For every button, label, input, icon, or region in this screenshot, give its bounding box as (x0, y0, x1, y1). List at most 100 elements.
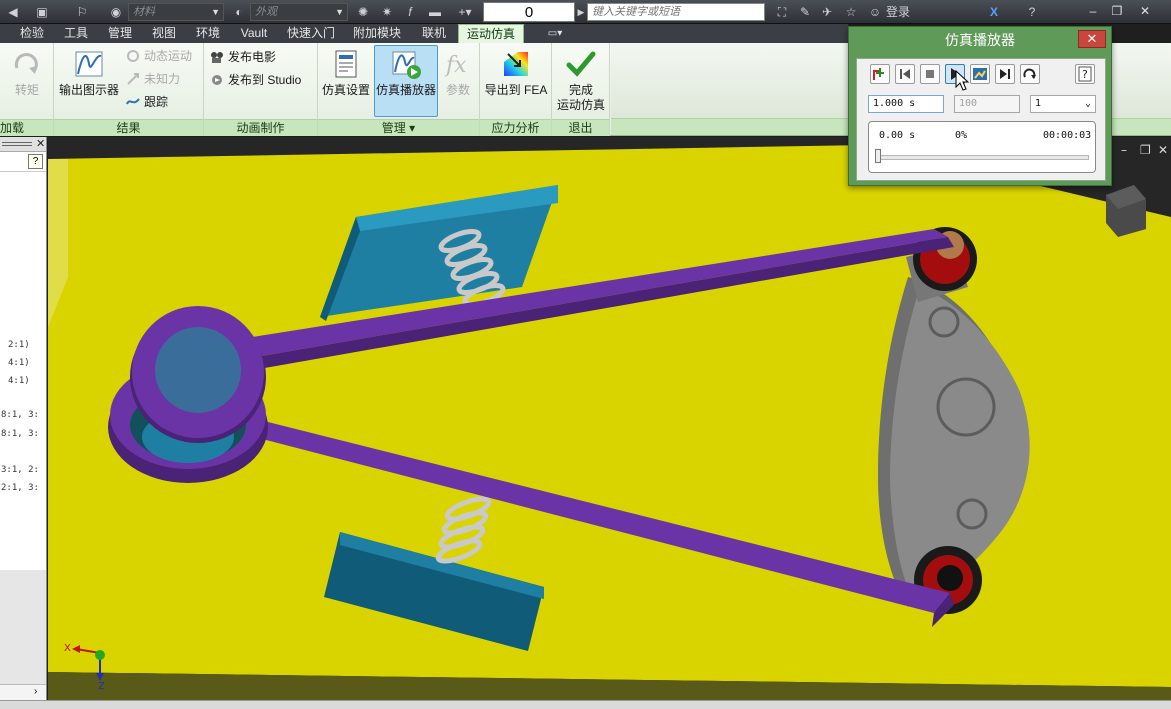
horizontal-scrollbar[interactable]: › (0, 684, 46, 700)
tab-view[interactable]: 视图 (146, 24, 182, 43)
simulation-slider-track[interactable] (877, 155, 1089, 160)
add-icon[interactable]: +▾ (452, 3, 478, 21)
color-override-icon[interactable]: ✺ (354, 3, 372, 21)
help-button[interactable]: ? (1075, 64, 1095, 84)
dialog-title[interactable]: 仿真播放器 (849, 27, 1111, 54)
sim-player-icon (392, 51, 421, 79)
unknown-force-button[interactable]: 未知力 (124, 69, 180, 89)
torque-button[interactable]: 转矩 (2, 45, 52, 99)
favorites-star-icon[interactable]: ☆ (842, 3, 860, 21)
torque-label: 转矩 (14, 83, 39, 97)
save-icon[interactable]: ▣ (32, 3, 52, 21)
model-browser-panel[interactable]: ✕ ? 2:1) 4:1) 4:1) 8:1, 3: 8:1, 3: 3:1, … (0, 137, 47, 700)
simulation-player-button[interactable]: 仿真播放器 (374, 45, 438, 117)
parameters-button[interactable]: fx 参数 (440, 45, 476, 99)
help-icon[interactable]: ? (1024, 3, 1040, 21)
help-icon[interactable]: ? (28, 154, 43, 169)
minimize-icon[interactable]: – (1121, 143, 1127, 157)
material-placeholder: 材料 (133, 6, 155, 18)
clear-override-icon[interactable]: ✷ (378, 3, 396, 21)
close-icon[interactable]: ✕ (36, 137, 45, 150)
publish-studio-button[interactable]: 发布到 Studio (208, 70, 301, 90)
appearance-combo[interactable]: 外观 ▼ (250, 3, 348, 21)
select-icon[interactable]: ⚐ (72, 3, 92, 21)
simulation-settings-button[interactable]: 仿真设置 (320, 45, 372, 99)
browser-line[interactable]: 8:1, 3: (1, 410, 39, 420)
browser-line[interactable]: 4:1) (8, 376, 30, 386)
output-grapher-button[interactable]: 输出图示器 (56, 45, 122, 99)
dynamic-motion-label: 动态运动 (144, 49, 193, 63)
export-to-fea-button[interactable]: 导出到 FEA (482, 45, 550, 99)
svg-text:?: ? (1082, 68, 1088, 81)
restore-icon[interactable]: ❐ (1140, 143, 1151, 157)
results-group-label: 结果 (54, 119, 203, 136)
browser-line[interactable]: 4:1) (8, 358, 30, 368)
tab-online[interactable]: 联机 (414, 24, 454, 43)
construction-mode-button[interactable] (870, 64, 890, 84)
restore-icon[interactable]: ❐ (1110, 4, 1124, 18)
movie-icon (211, 52, 223, 63)
progress-box: 0.00 s 0% 00:00:03 (868, 121, 1096, 173)
stop-button[interactable] (920, 64, 940, 84)
binoculars-icon[interactable]: ⛶ (772, 3, 792, 21)
browser-line[interactable]: 3:1, 2: (1, 465, 39, 475)
browser-line[interactable]: 2:1) (8, 340, 30, 350)
manage-group-label[interactable]: 管理 ▾ (318, 119, 479, 136)
dialog-close-button[interactable]: ✕ (1078, 30, 1106, 48)
skip-to-end-button[interactable] (995, 64, 1015, 84)
simulation-player-dialog[interactable]: 仿真播放器 ✕ ? 1.000 s 100 1 ⌄ 0.00 s 0% 00:0… (848, 26, 1112, 186)
publish-movie-button[interactable]: 发布电影 (208, 47, 276, 67)
exchange-icon[interactable]: X (984, 3, 1004, 21)
help-search-input[interactable]: 键入关键字或短语 (587, 3, 765, 21)
browser-header: ✕ (0, 137, 46, 152)
final-time-field[interactable]: 1.000 s (868, 95, 944, 113)
undo-icon[interactable]: ◀ (4, 3, 22, 21)
loop-button[interactable] (1020, 64, 1040, 84)
drag-grip-icon[interactable] (2, 142, 32, 146)
ribbon-group-stress-analysis: 导出到 FEA 应力分析 (480, 43, 552, 136)
chevron-right-icon[interactable]: › (34, 686, 37, 697)
satellite-icon[interactable]: ✈ (818, 3, 836, 21)
simulation-settings-label: 仿真设置 (321, 83, 370, 97)
tab-inspect[interactable]: 检验 (14, 24, 50, 43)
tab-getting-started[interactable]: 快速入门 (282, 24, 340, 43)
measure-icon[interactable]: ▬ (426, 3, 444, 21)
finish-simulation-button[interactable]: 完成 运动仿真 (554, 45, 608, 114)
close-icon[interactable]: ✕ (1158, 143, 1168, 157)
mouse-cursor-icon (955, 70, 970, 91)
dynamic-motion-icon (127, 50, 139, 62)
tab-tools[interactable]: 工具 (58, 24, 94, 43)
user-icon: ☺ (868, 5, 882, 19)
browser-line[interactable]: 2:1, 3: (1, 483, 39, 493)
close-icon[interactable]: ✕ (1138, 4, 1152, 18)
help-icon: ? (1078, 66, 1092, 82)
simulation-slider-thumb[interactable] (875, 149, 881, 163)
tab-dynamic-simulation[interactable]: 运动仿真 (458, 24, 524, 43)
export-to-fea-label: 导出到 FEA (484, 83, 548, 97)
chevron-down-icon: ⌄ (1084, 98, 1091, 109)
graphics-viewport[interactable]: – ❐ ✕ X Z (48, 137, 1171, 700)
tab-manage[interactable]: 管理 (102, 24, 138, 43)
filter-select[interactable]: 1 ⌄ (1030, 95, 1096, 113)
result-viewer-button[interactable] (970, 64, 990, 84)
tab-addins[interactable]: 附加模块 (348, 24, 406, 43)
load-group-label: 加载 (0, 119, 53, 136)
dynamic-motion-button[interactable]: 动态运动 (124, 46, 192, 66)
images-count-field[interactable]: 100 (954, 95, 1020, 113)
parameters-fx-icon[interactable]: f (402, 3, 418, 21)
rewind-button[interactable] (895, 64, 915, 84)
wrench-icon[interactable]: ✎ (796, 3, 814, 21)
camera-toggle-icon[interactable]: ▭▾ (540, 24, 570, 43)
material-combo[interactable]: 材料 ▼ (128, 3, 224, 21)
trace-button[interactable]: 跟踪 (124, 92, 168, 112)
browser-line[interactable]: 8:1, 3: (1, 429, 39, 439)
login-link[interactable]: 登录 (886, 3, 926, 21)
frame-number-field[interactable]: 0 (483, 2, 575, 22)
mechanism-scene[interactable]: – ❐ ✕ X Z (48, 137, 1171, 700)
publish-movie-label: 发布电影 (228, 50, 277, 64)
simulation-player-label: 仿真播放器 (375, 83, 436, 97)
tab-vault[interactable]: Vault (234, 24, 274, 43)
expand-arrow-icon[interactable]: ▶ (577, 3, 585, 21)
minimize-icon[interactable]: – (1086, 4, 1100, 18)
tab-environment[interactable]: 环境 (190, 24, 226, 43)
